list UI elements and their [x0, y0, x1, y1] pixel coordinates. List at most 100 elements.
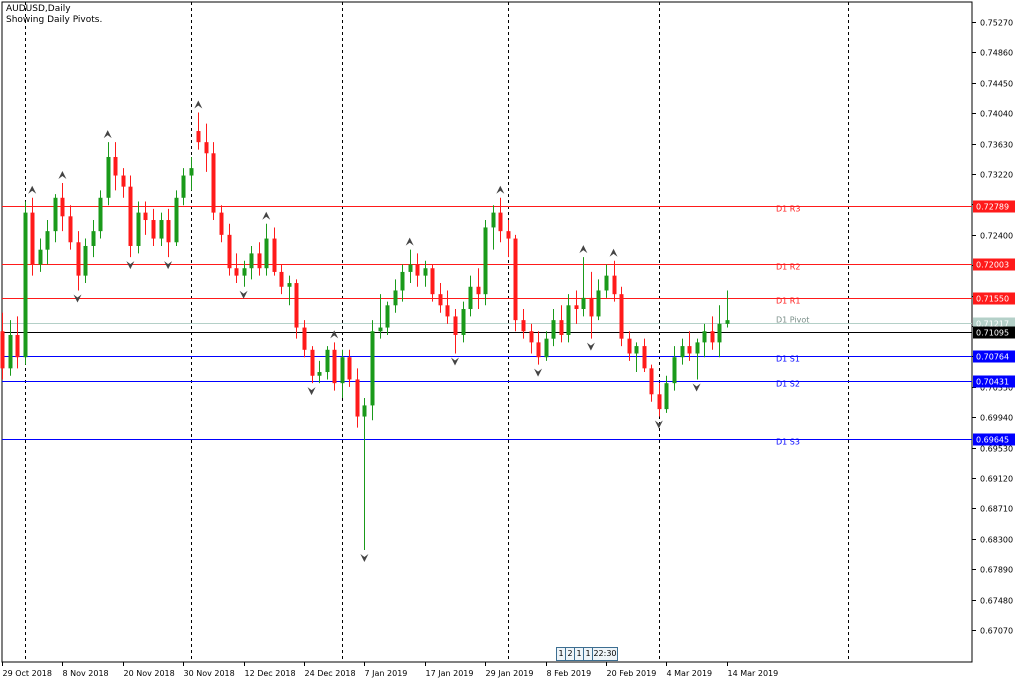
- candle-body: [91, 231, 96, 246]
- candle-body: [430, 268, 435, 295]
- candle-body: [657, 394, 662, 410]
- candle-body: [672, 357, 677, 384]
- candle-body: [211, 153, 216, 213]
- candle-body: [332, 349, 337, 384]
- pivot-line-label: D1 R1: [776, 297, 800, 306]
- candle-body: [204, 142, 209, 154]
- pivot-price-label: 0.70764: [976, 353, 1009, 362]
- candle-body: [257, 253, 262, 269]
- candle-body: [695, 342, 700, 354]
- x-tick-label: 29 Jan 2019: [486, 669, 534, 678]
- candle-body: [483, 227, 488, 295]
- candle-body: [415, 264, 420, 276]
- candle-body: [227, 234, 232, 269]
- pivot-price-label: 0.69645: [976, 436, 1009, 445]
- candle-body: [23, 212, 28, 358]
- candle-body: [234, 268, 239, 276]
- candle-body: [619, 294, 624, 339]
- x-tick-label: 20 Nov 2018: [124, 669, 175, 678]
- candle-body: [664, 383, 669, 410]
- pivot-line-label: D1 R2: [776, 263, 800, 272]
- candle-body: [347, 357, 352, 380]
- pivot-price-label: 0.72003: [976, 261, 1009, 270]
- candle-body: [15, 334, 20, 358]
- pivot-price-label: 0.72789: [976, 203, 1009, 212]
- candle-body: [83, 245, 88, 276]
- candle-body: [30, 212, 35, 265]
- price-chart: 0.75270 0.74860 0.74450 0.74040 0.73630 0.732…: [0, 1, 1015, 678]
- candle-body: [521, 320, 526, 332]
- candle-body: [445, 305, 450, 317]
- candle-body: [438, 294, 443, 306]
- candle-body: [8, 334, 13, 369]
- candle-body: [106, 156, 111, 198]
- candle-body: [506, 231, 511, 239]
- candle-body: [536, 342, 541, 358]
- chart-container: 0.75270 0.74860 0.74450 0.74040 0.73630 0.732…: [0, 0, 1024, 683]
- candle-body: [219, 212, 224, 235]
- candle-body: [174, 197, 179, 243]
- pivot-price-label: 0.70431: [976, 378, 1009, 387]
- candle-body: [355, 379, 360, 417]
- candle-body: [325, 349, 330, 373]
- x-tick-label: 24 Dec 2018: [305, 669, 356, 678]
- candle-body: [242, 268, 247, 276]
- x-tick-label: 14 Mar 2019: [728, 669, 779, 678]
- candle-body: [166, 220, 171, 243]
- current-price-label: 0.71095: [976, 329, 1009, 338]
- pivot-price-label: 0.71550: [976, 295, 1009, 304]
- x-tick-label: 8 Nov 2018: [63, 669, 109, 678]
- candle-body: [596, 290, 601, 317]
- candle-body: [627, 338, 632, 354]
- badge-time[interactable]: 22:30: [592, 647, 618, 661]
- y-tick-label: 0.72400: [980, 232, 1013, 241]
- candle-body: [159, 220, 164, 239]
- candle-body: [491, 212, 496, 228]
- candle-body: [38, 249, 43, 265]
- candle-body: [634, 346, 639, 354]
- y-tick-label: 0.75270: [980, 19, 1013, 28]
- candle-body: [649, 368, 654, 395]
- y-tick-label: 0.68710: [980, 505, 1013, 514]
- candle-body: [423, 268, 428, 276]
- candle-body: [566, 305, 571, 335]
- candle-body: [574, 305, 579, 310]
- candle-body: [53, 197, 58, 232]
- x-tick-label: 29 Oct 2018: [3, 669, 52, 678]
- candle-body: [642, 346, 647, 369]
- candle-body: [189, 168, 194, 176]
- x-tick-label: 20 Feb 2019: [607, 669, 657, 678]
- candle-body: [393, 290, 398, 306]
- candle-body: [461, 309, 466, 335]
- candle-body: [498, 212, 503, 232]
- candle-body: [45, 231, 50, 250]
- pivot-line-label: D1 S1: [776, 355, 800, 364]
- candle-body: [143, 212, 148, 221]
- x-tick-label: 17 Jan 2019: [426, 669, 474, 678]
- candle-body: [408, 264, 413, 272]
- candle-body: [196, 131, 201, 143]
- y-tick-label: 0.74860: [980, 49, 1013, 58]
- candle-body: [559, 320, 564, 335]
- candle-body: [370, 331, 375, 406]
- chart-subtitle: Showing Daily Pivots.: [6, 15, 103, 25]
- y-tick-label: 0.67070: [980, 627, 1013, 636]
- candle-body: [544, 338, 549, 358]
- candle-body: [362, 405, 367, 417]
- y-tick-label: 0.69120: [980, 475, 1013, 484]
- candle-body: [287, 283, 292, 287]
- x-tick-label: 4 Mar 2019: [667, 669, 713, 678]
- y-tick-label: 0.67480: [980, 597, 1013, 606]
- y-tick-label: 0.69940: [980, 414, 1013, 423]
- x-tick-label: 30 Nov 2018: [184, 669, 235, 678]
- pivot-line-label: D1 Pivot: [776, 316, 809, 325]
- candle-body: [340, 357, 345, 384]
- candle-body: [513, 238, 518, 321]
- candle-body: [589, 297, 594, 317]
- candle-body: [151, 220, 156, 239]
- candle-body: [400, 271, 405, 291]
- pivot-line-label: D1 R3: [776, 205, 800, 214]
- candle-body: [612, 275, 617, 295]
- pivot-line-label: D1 S2: [776, 380, 800, 389]
- x-tick-label: 7 Jan 2019: [365, 669, 408, 678]
